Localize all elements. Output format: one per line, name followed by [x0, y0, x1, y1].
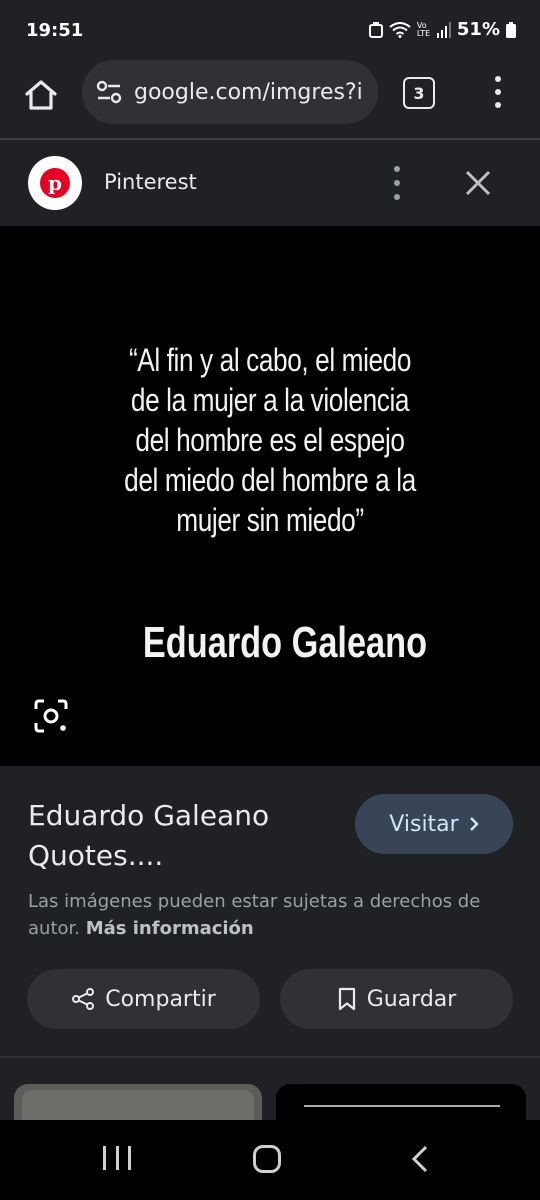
pinterest-logo[interactable]: p — [28, 156, 82, 210]
url-text[interactable]: google.com/imgres?i — [134, 80, 363, 105]
battery-percent: 51% — [456, 19, 500, 40]
share-label: Compartir — [105, 986, 216, 1012]
quote-line: “Al fin y al cabo, el miedo — [128, 342, 412, 378]
thumbnail-image — [22, 1090, 254, 1120]
share-icon — [72, 988, 95, 1010]
result-title[interactable]: Eduardo Galeano Quotes.... — [28, 796, 328, 876]
battery-icon — [506, 21, 516, 38]
source-header: p Pinterest — [0, 140, 540, 226]
tab-count: 3 — [413, 83, 425, 103]
system-home-button[interactable] — [253, 1145, 281, 1173]
signal-icon — [436, 21, 451, 38]
related-image-thumbnail[interactable] — [276, 1084, 526, 1120]
result-info: Eduardo Galeano Quotes.... Visitar Las i… — [0, 766, 540, 1056]
quote-author: Eduardo Galeano — [142, 618, 428, 667]
quote-line: del hombre es el espejo — [135, 422, 405, 458]
wifi-icon — [389, 21, 411, 38]
copyright-notice: Las imágenes pueden estar sujetas a dere… — [28, 888, 518, 942]
home-button[interactable] — [20, 74, 62, 116]
recent-apps-button[interactable] — [103, 1146, 131, 1172]
save-label: Guardar — [366, 986, 457, 1012]
network-label: Vo LTE — [416, 20, 431, 38]
chevron-right-icon — [469, 817, 479, 831]
quote-line: de la mujer a la violencia — [130, 382, 410, 418]
recent-bar — [128, 1146, 131, 1170]
lens-icon[interactable] — [33, 698, 69, 734]
system-nav-bar — [0, 1120, 540, 1200]
home-icon — [25, 80, 57, 110]
menu-dot — [394, 194, 400, 200]
tune-icon[interactable] — [94, 77, 124, 107]
visit-button[interactable]: Visitar — [355, 794, 513, 854]
more-info-link[interactable]: Más información — [86, 918, 254, 939]
visit-label: Visitar — [389, 811, 459, 837]
status-bar: 19:51 Vo LTE 51% — [0, 0, 540, 60]
quote-line: del miedo del hombre a la — [124, 462, 416, 498]
save-button[interactable]: Guardar — [280, 969, 513, 1029]
source-more-icon[interactable] — [391, 166, 403, 200]
thumbnail-image — [304, 1105, 500, 1107]
image-preview[interactable]: “Al fin y al cabo, el miedo de la mujer … — [0, 226, 540, 766]
menu-dot — [495, 76, 501, 82]
recent-bar — [115, 1146, 119, 1170]
menu-dot — [495, 102, 501, 108]
close-icon[interactable] — [463, 168, 493, 198]
status-icons: Vo LTE 51% — [368, 19, 516, 40]
related-image-thumbnail[interactable] — [14, 1084, 262, 1120]
back-icon[interactable] — [408, 1144, 432, 1174]
browser-toolbar: google.com/imgres?i 3 — [0, 60, 540, 138]
recent-bar — [103, 1146, 106, 1170]
menu-dot — [495, 89, 501, 95]
share-button[interactable]: Compartir — [27, 969, 260, 1029]
bookmark-icon — [338, 987, 355, 1011]
quote-text: “Al fin y al cabo, el miedo de la mujer … — [106, 340, 434, 540]
url-bar[interactable]: google.com/imgres?i — [82, 60, 378, 124]
status-time: 19:51 — [26, 20, 84, 41]
tabs-button[interactable]: 3 — [403, 77, 435, 109]
menu-dot — [394, 166, 400, 172]
source-name[interactable]: Pinterest — [104, 170, 197, 194]
quote-line: mujer sin miedo” — [176, 502, 364, 538]
menu-dot — [394, 180, 400, 186]
data-saver-icon — [368, 21, 383, 38]
more-vert-icon[interactable] — [486, 74, 510, 110]
pinterest-icon: p — [40, 168, 70, 198]
related-images — [0, 1058, 540, 1120]
